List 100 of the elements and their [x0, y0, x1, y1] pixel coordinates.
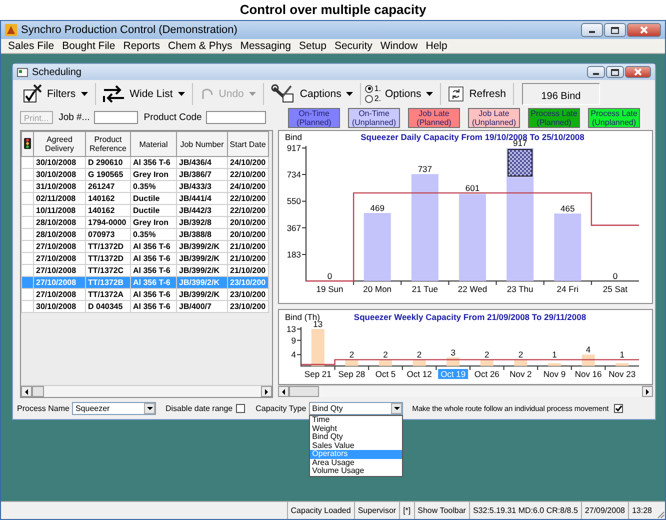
- table-cell: 23/10/200: [228, 288, 268, 300]
- table-row[interactable]: 27/10/2008 TT/1372A Al 356 T-6 JB/399/2/K 23/10/200: [22, 288, 268, 300]
- toolbar-button[interactable]: Options: [382, 82, 436, 106]
- close-button[interactable]: [625, 66, 651, 78]
- table-cell: 10/11/2008: [34, 204, 86, 216]
- table-cell: Al 356 T-6: [130, 240, 176, 252]
- table-row[interactable]: 27/10/2008 TT/1372D Al 356 T-6 JB/399/2/K 21/10/200: [22, 252, 268, 264]
- dropdown-option[interactable]: Bind Qty: [310, 433, 402, 442]
- table-row[interactable]: 31/10/2008 261247 0.35% JB/433/3 24/10/200: [22, 180, 268, 192]
- table-row[interactable]: 30/10/2008 D 290610 Al 356 T-6 JB/436/4 24/10/200: [22, 156, 268, 168]
- menu-item[interactable]: Reports: [119, 39, 164, 53]
- table-cell: JB/436/4: [176, 156, 228, 168]
- toolbar-button[interactable]: Filters: [19, 82, 91, 106]
- close-icon: [634, 68, 642, 76]
- checkbox[interactable]: [236, 404, 245, 413]
- table-cell: G 190565: [86, 168, 130, 180]
- table-row[interactable]: 10/11/2008 140162 Ductile JB/442/3 22/10/200: [22, 204, 268, 216]
- toolbar-button[interactable]: Wide List: [100, 82, 188, 106]
- data-label: 469: [370, 202, 384, 213]
- table-cell: 070973: [86, 228, 130, 240]
- legend-button[interactable]: Process Late (Unplanned): [588, 108, 640, 128]
- table-row[interactable]: 30/10/2008 D 040345 Al 356 T-6 JB/400/7 23/10/200: [22, 300, 268, 312]
- menu-item[interactable]: Help: [422, 39, 452, 53]
- dropdown-option[interactable]: Sales Value: [310, 442, 402, 450]
- column-header[interactable]: Start Date: [228, 132, 268, 156]
- caret-icon: [346, 92, 354, 96]
- minimize-button[interactable]: [581, 23, 603, 37]
- menu-item[interactable]: Security: [330, 39, 376, 53]
- data-label: 2: [416, 350, 422, 360]
- bar: [364, 212, 391, 281]
- table-row[interactable]: 28/10/2008 1794-0000 Grey Iron JB/392/8 20/10/200: [22, 216, 268, 228]
- legend-button[interactable]: Job Late (Unplanned): [468, 108, 520, 128]
- table-row[interactable]: 30/10/2008 G 190565 Grey Iron JB/386/7 22/10/200: [22, 168, 268, 180]
- scrollbar-thumb[interactable]: [32, 386, 44, 397]
- dropdown-option[interactable]: Time: [310, 416, 402, 424]
- table-cell: 24/10/200: [228, 180, 268, 192]
- horizontal-scrollbar[interactable]: [21, 385, 272, 397]
- maximize-button[interactable]: [606, 66, 624, 78]
- minimize-button[interactable]: [587, 66, 605, 78]
- legend-button[interactable]: On-Time (Unplanned): [348, 108, 400, 128]
- table-cell: Al 356 T-6: [130, 300, 176, 312]
- horizontal-scrollbar[interactable]: [278, 385, 653, 397]
- input-field[interactable]: [94, 111, 138, 124]
- dropdown-option[interactable]: Weight: [310, 424, 402, 433]
- field-label: Product Code: [144, 112, 202, 123]
- legend-button[interactable]: Process Late (Planned): [528, 108, 580, 128]
- caret-icon: [248, 92, 256, 96]
- close-button[interactable]: [627, 23, 661, 37]
- window-title: Scheduling: [32, 66, 82, 78]
- table-cell: 30/10/2008: [34, 300, 86, 312]
- left-arrow-icon: [25, 388, 28, 394]
- radio-button[interactable]: 1.: [365, 84, 382, 94]
- menu-item[interactable]: Bought File: [58, 39, 120, 53]
- scrollbar-thumb[interactable]: [289, 386, 319, 397]
- table-row[interactable]: 27/10/2008 TT/1372D Al 356 T-6 JB/399/2/K 21/10/200: [22, 240, 268, 252]
- axis-tick-label: 183: [286, 249, 301, 260]
- legend-button[interactable]: On-Time (Planned): [288, 108, 340, 128]
- dropdown-option[interactable]: Volume Usage: [310, 467, 402, 476]
- bar: [548, 363, 561, 366]
- menu-item[interactable]: Window: [376, 39, 422, 53]
- data-label: 2: [518, 350, 524, 360]
- data-label: 2: [484, 350, 490, 360]
- table-row[interactable]: 28/10/2008 070973 0.35% JB/388/8 20/10/200: [22, 228, 268, 240]
- table-row[interactable]: 02/11/2008 140162 Ductile JB/441/4 22/10/200: [22, 192, 268, 204]
- menu-item[interactable]: Chem & Phys: [164, 39, 236, 53]
- dropdown[interactable]: Bind Qty: [309, 402, 404, 415]
- table-cell: Al 356 T-6: [130, 252, 176, 264]
- dropdown[interactable]: Squeezer: [72, 402, 156, 415]
- table-cell: 27/10/2008: [34, 276, 86, 288]
- column-header[interactable]: Product Reference: [86, 132, 130, 156]
- table-cell: 31/10/2008: [34, 180, 86, 192]
- close-icon: [640, 26, 648, 34]
- dropdown-option[interactable]: Area Usage: [310, 458, 402, 467]
- menu-item[interactable]: Sales File: [4, 39, 58, 53]
- table-cell: 1794-0000: [86, 216, 130, 228]
- table-cell: JB/399/2/K: [176, 276, 228, 288]
- table-cell: JB/388/8: [176, 228, 228, 240]
- maximize-button[interactable]: [604, 23, 626, 37]
- table-cell: 27/10/2008: [34, 252, 86, 264]
- category-label: Sep 21: [304, 369, 332, 379]
- toolbar-button[interactable]: Refresh: [445, 82, 509, 106]
- category-label: 24 Fri: [556, 284, 578, 294]
- category-label: Nov 2: [510, 369, 532, 379]
- toolbar-button[interactable]: Captions: [268, 82, 356, 106]
- menu-item[interactable]: Setup: [294, 39, 330, 53]
- checkbox[interactable]: [614, 404, 623, 413]
- checkbox-label: Disable date range: [165, 404, 233, 413]
- column-header[interactable]: Agreed Delivery: [34, 132, 86, 156]
- menu-item[interactable]: Messaging: [236, 39, 295, 53]
- table-cell: 21/10/200: [228, 252, 268, 264]
- table-cell: 20/10/200: [228, 228, 268, 240]
- left-arrow-icon: [282, 388, 285, 394]
- legend-button[interactable]: Job Late (Planned): [408, 108, 460, 128]
- column-header[interactable]: Job Number: [176, 132, 228, 156]
- column-header[interactable]: Material: [130, 132, 176, 156]
- data-label: 2: [349, 350, 354, 360]
- axis-tick-label: 367: [286, 222, 301, 233]
- input-field[interactable]: [206, 111, 266, 124]
- table-cell: Grey Iron: [130, 168, 176, 180]
- radio-button[interactable]: 2.: [365, 94, 382, 104]
